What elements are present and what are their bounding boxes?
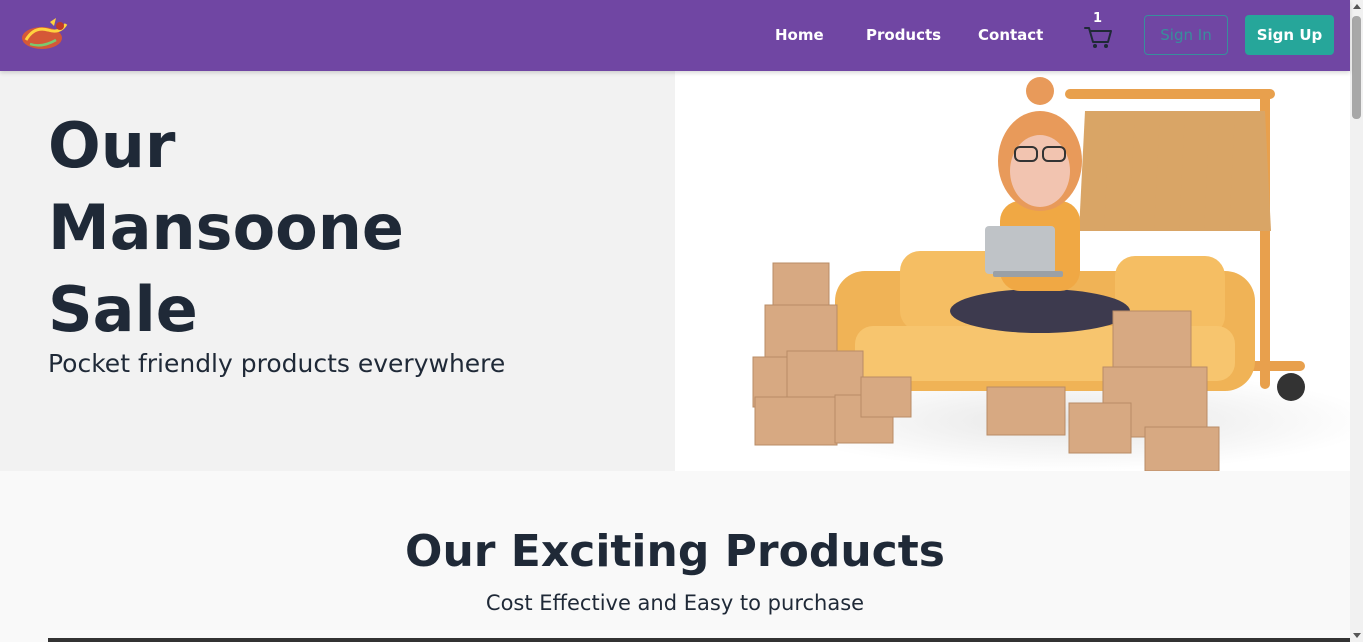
product-card-row-edge <box>48 638 1350 642</box>
hero-title: Our Mansoone Sale <box>48 105 608 351</box>
hero-title-line: Mansoone <box>48 191 404 264</box>
page-scrollbar[interactable] <box>1350 0 1363 642</box>
store-logo[interactable] <box>20 16 72 54</box>
products-section-subtitle: Cost Effective and Easy to purchase <box>485 591 865 615</box>
hero-illustration <box>675 71 1350 471</box>
sign-up-button[interactable]: Sign Up <box>1245 15 1334 55</box>
nav-link-home[interactable]: Home <box>775 26 824 44</box>
hero-banner: Our Mansoone Sale Pocket friendly produc… <box>0 71 675 471</box>
scroll-thumb[interactable] <box>1352 16 1361 119</box>
nav-link-contact[interactable]: Contact <box>978 26 1043 44</box>
products-section-title: Our Exciting Products <box>405 526 945 577</box>
hero-subtitle: Pocket friendly products everywhere <box>48 349 506 378</box>
nav-link-products[interactable]: Products <box>866 26 941 44</box>
hero-title-line: Sale <box>48 273 198 346</box>
shopping-cart-icon[interactable] <box>1083 18 1113 50</box>
navbar: Home Products Contact 1 Sign In Sign Up <box>0 0 1350 71</box>
scroll-down-arrow-icon[interactable] <box>1353 633 1361 638</box>
scroll-up-arrow-icon[interactable] <box>1353 4 1361 9</box>
sign-in-button[interactable]: Sign In <box>1144 15 1228 55</box>
hero-title-line: Our <box>48 109 176 182</box>
